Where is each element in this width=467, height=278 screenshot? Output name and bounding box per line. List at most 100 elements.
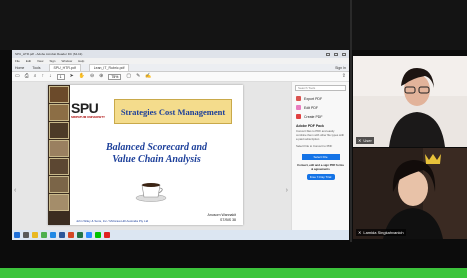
zoom-in-icon[interactable]: ⊕	[99, 74, 103, 79]
explorer-icon[interactable]	[32, 232, 38, 238]
prev-arrow-icon[interactable]: ‹	[14, 187, 16, 194]
slide-title: Balanced Scorecard and Value Chain Analy…	[74, 142, 239, 166]
mic-muted-icon: ✕	[358, 230, 362, 235]
minimize-icon[interactable]	[326, 52, 330, 56]
menu-edit[interactable]: Edit	[26, 59, 31, 63]
document-area[interactable]: ‹ SPU SRIPATUM UNIVERSITY Strategies Cos…	[12, 82, 291, 230]
sign-in-link[interactable]: Sign In	[335, 66, 346, 70]
tools-search-input[interactable]: Search Tools	[295, 85, 346, 91]
edit-pdf-item[interactable]: Edit PDF	[292, 103, 349, 112]
free-trial-button[interactable]: Free 7-Day Trial	[306, 174, 335, 180]
edit-pdf-icon	[296, 105, 301, 110]
pack-description: Convert files to PDF and easily combine …	[296, 129, 345, 141]
participant-name: Lamida Singkahvanich	[363, 230, 404, 235]
split-divider[interactable]	[350, 0, 352, 242]
maximize-icon[interactable]	[334, 52, 338, 56]
acrobat-toolbar: ▭ ⎙ ⌕ ↑ ↓ 1 ➤ ✋ ⊖ ⊕ 75% ▢ ✎ ✍ ⇪	[12, 72, 349, 82]
participant-name: User	[363, 138, 372, 143]
start-icon[interactable]	[14, 232, 20, 238]
create-pdf-icon	[296, 114, 301, 119]
logo-text: SPU	[71, 100, 99, 116]
search-icon[interactable]: ⌕	[34, 74, 37, 79]
zoom-out-icon[interactable]: ⊖	[90, 74, 94, 79]
strip-photo	[49, 140, 69, 157]
comment-icon[interactable]: ▢	[126, 74, 131, 79]
cursor-icon[interactable]: ➤	[70, 74, 74, 79]
menu-help[interactable]: Help	[78, 59, 84, 63]
edge-icon[interactable]	[50, 232, 56, 238]
page-number-field[interactable]: 1	[56, 73, 65, 80]
zoom-field[interactable]: 75%	[108, 73, 122, 80]
edit-pdf-label: Edit PDF	[304, 105, 319, 110]
strip-photo	[49, 104, 69, 121]
zoom-icon[interactable]	[86, 232, 92, 238]
slide-title-line2: Value Chain Analysis	[112, 154, 201, 165]
tab-spu-pdf[interactable]: SPU_HTR.pdf	[48, 64, 81, 71]
create-pdf-item[interactable]: Create PDF	[292, 112, 349, 121]
bottom-green-bar	[0, 268, 467, 278]
convert-link[interactable]: Select File to Convert to PDF	[292, 144, 349, 148]
menu-view[interactable]: View	[37, 59, 43, 63]
tab-tools[interactable]: Tools	[32, 66, 40, 70]
author-code: ST/BIS 38	[220, 218, 236, 222]
top-black-bar	[0, 0, 467, 50]
pen-icon[interactable]: ✎	[136, 74, 140, 79]
author-block: Anusorn Wannakit ST/BIS 38	[208, 213, 236, 223]
next-page-icon[interactable]: ↓	[49, 74, 52, 79]
strip-photo	[49, 176, 69, 193]
promo-text: Convert, edit and e-sign PDF forms & agr…	[297, 163, 344, 171]
word-icon[interactable]	[59, 232, 65, 238]
video-tile-lamida[interactable]: ✕ Lamida Singkahvanich	[353, 148, 467, 239]
pack-title: Adobe PDF Pack	[296, 124, 325, 128]
print-icon[interactable]: ⎙	[25, 74, 29, 79]
export-pdf-label: Export PDF	[304, 96, 323, 101]
tab-home[interactable]: Home	[15, 66, 24, 70]
title-banner: Strategies Cost Management	[114, 99, 232, 124]
save-icon[interactable]: ▭	[15, 74, 20, 79]
participant-video	[353, 148, 467, 239]
export-pdf-icon	[296, 96, 301, 101]
tab-bar: Home Tools SPU_HTR.pdf Lean_IT_Rubric.pd…	[12, 64, 349, 72]
banner-text: Strategies Cost Management	[120, 106, 226, 117]
next-arrow-icon[interactable]: ›	[286, 187, 288, 194]
chrome-icon[interactable]	[41, 232, 47, 238]
menu-window[interactable]: Window	[61, 59, 72, 63]
powerpoint-icon[interactable]	[68, 232, 74, 238]
sign-icon[interactable]: ✍	[145, 74, 151, 79]
prev-page-icon[interactable]: ↑	[42, 74, 45, 79]
strip-photo	[49, 122, 69, 139]
slide-title-line1: Balanced Scorecard and	[105, 142, 208, 153]
excel-icon[interactable]	[77, 232, 83, 238]
photo-strip	[48, 85, 70, 225]
menu-sign[interactable]: Sign	[49, 59, 55, 63]
window-title: SPU_HTR.pdf - Adobe Acrobat Reader DC (6…	[15, 52, 83, 56]
mic-muted-icon: ✕	[358, 138, 362, 143]
strip-photo	[49, 158, 69, 175]
shared-screen: SPU_HTR.pdf - Adobe Acrobat Reader DC (6…	[12, 50, 349, 240]
participant-label: ✕ User	[356, 137, 374, 144]
strip-photo	[49, 86, 69, 103]
tab-rubric-pdf[interactable]: Lean_IT_Rubric.pdf	[88, 64, 130, 71]
windows-taskbar	[12, 230, 349, 240]
acrobat-icon[interactable]	[104, 232, 110, 238]
participant-label: ✕ Lamida Singkahvanich	[356, 229, 406, 236]
acrobat-titlebar: SPU_HTR.pdf - Adobe Acrobat Reader DC (6…	[12, 50, 349, 58]
search-taskbar-icon[interactable]	[23, 232, 29, 238]
pdf-slide: SPU SRIPATUM UNIVERSITY Strategies Cost …	[48, 85, 243, 225]
line-icon[interactable]	[95, 232, 101, 238]
spu-logo: SPU SRIPATUM UNIVERSITY	[71, 101, 113, 123]
participant-video	[353, 56, 467, 147]
logo-subtext: SRIPATUM UNIVERSITY	[71, 115, 106, 119]
share-icon[interactable]: ⇪	[342, 74, 346, 79]
select-file-button[interactable]: Select File	[301, 154, 340, 160]
strip-photo	[49, 194, 69, 211]
publisher-line: John Wiley & Sons, Inc / McGraw-Hill Aus…	[76, 219, 149, 223]
menu-file[interactable]: File	[15, 59, 20, 63]
video-tile-user[interactable]: ✕ User	[353, 56, 467, 147]
export-pdf-item[interactable]: Export PDF	[292, 94, 349, 103]
coffee-cup-image	[135, 183, 167, 202]
window-controls	[326, 52, 346, 56]
close-icon[interactable]	[342, 52, 346, 56]
tools-panel: Search Tools Export PDF Edit PDF Create …	[291, 82, 349, 230]
hand-icon[interactable]: ✋	[79, 74, 85, 79]
